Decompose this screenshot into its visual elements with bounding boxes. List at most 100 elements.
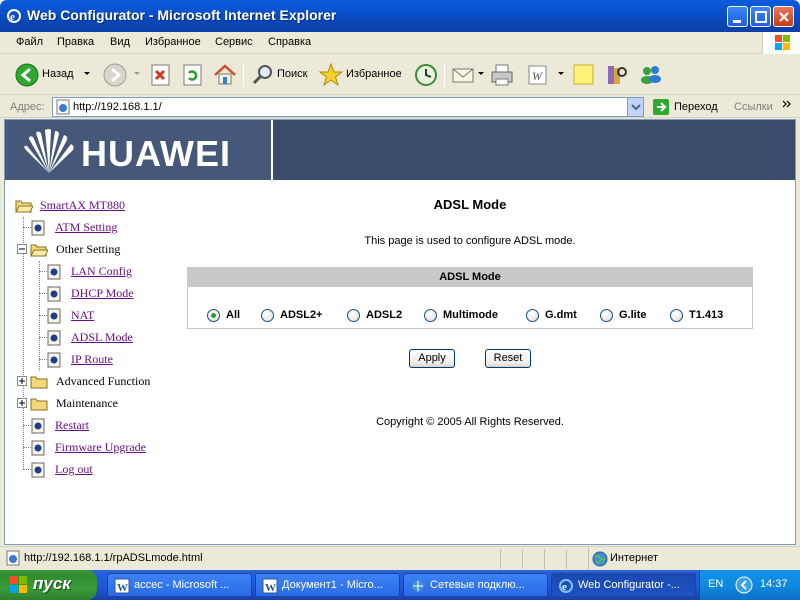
radio-label: ADSL2+ [280,309,323,321]
back-dropdown-icon[interactable] [84,72,90,75]
menu-favorites[interactable]: Избранное [145,36,201,48]
clock: 14:37 [760,578,788,590]
apply-button[interactable]: Apply [409,349,455,368]
tree-link-restart[interactable]: Restart [55,418,89,433]
taskbar-item-network[interactable]: Сетевые подклю... [403,573,548,597]
tree-link-dhcp[interactable]: DHCP Mode [71,286,134,301]
radio-button[interactable] [424,309,437,322]
tree-link-logout[interactable]: Log out [55,462,93,477]
chevron-left-icon[interactable] [735,576,753,594]
tree-link-root[interactable]: SmartAX MT880 [40,198,125,213]
back-label: Назад [42,68,74,80]
refresh-button[interactable] [180,61,206,89]
refresh-icon [183,64,202,86]
back-arrow-icon [15,63,39,87]
mail-button[interactable] [450,61,476,89]
status-divider [500,549,501,569]
stop-button[interactable] [148,61,174,89]
title-bar[interactable]: e Web Configurator - Microsoft Internet … [0,0,800,32]
taskbar: пуск W accec - Microsoft ... W Документ1… [0,570,800,600]
links-label[interactable]: Ссылки [734,101,773,113]
tree-link-iproute[interactable]: IP Route [71,352,113,367]
page-icon [31,418,45,434]
table-header: ADSL Mode [188,268,752,288]
menu-file[interactable]: Файл [16,36,43,48]
adsl-mode-table: ADSL Mode All ADSL2+ ADSL2 Multimode G.d… [187,267,753,329]
forward-dropdown-icon[interactable] [134,72,140,75]
forward-arrow-icon [103,63,127,87]
toolbar-separator [243,63,244,87]
radio-label: G.dmt [545,309,577,321]
edit-dropdown-icon[interactable] [558,72,564,75]
tree-link-nat[interactable]: NAT [71,308,94,323]
tree-link-adsl[interactable]: ADSL Mode [71,330,133,345]
search-icon [252,65,272,85]
collapse-icon[interactable] [17,244,27,254]
radio-label: All [226,309,241,321]
home-button[interactable] [212,61,238,89]
taskbar-item-document[interactable]: W Документ1 - Micro... [255,573,400,597]
menu-tools[interactable]: Сервис [215,36,253,48]
radio-button-selected[interactable] [207,309,220,322]
maximize-icon [755,11,767,23]
taskbar-item-web-configurator[interactable]: e Web Configurator -... [551,573,696,597]
system-tray: EN 14:37 [699,570,800,600]
tree-link-firmware[interactable]: Firmware Upgrade [55,440,146,455]
tree-link-atm[interactable]: ATM Setting [55,220,117,235]
messenger-button[interactable] [637,61,665,89]
windows-logo-icon [762,32,800,54]
close-icon [779,12,789,22]
back-button[interactable]: Назад [12,61,92,89]
research-icon [608,66,627,84]
logo-area: HUAWEI [5,120,273,180]
menu-edit[interactable]: Правка [57,36,94,48]
status-divider [544,549,545,569]
status-divider [566,549,567,569]
minimize-button[interactable] [727,6,748,27]
forward-button[interactable] [100,61,130,89]
start-button[interactable]: пуск [0,570,97,600]
language-indicator[interactable]: EN [708,578,723,590]
expand-icon[interactable] [17,398,27,408]
word-doc-icon: W [114,578,130,594]
radio-button[interactable] [261,309,274,322]
radio-button[interactable] [526,309,539,322]
stop-icon [151,64,170,86]
radio-label: Multimode [443,309,498,321]
toolbar: Назад Поиск Избранное W [0,55,800,95]
address-dropdown-button[interactable] [627,98,643,116]
reset-button[interactable]: Reset [485,349,531,368]
go-arrow-icon [653,99,669,115]
favorites-button[interactable]: Избранное [318,61,404,89]
taskbar-item-access[interactable]: W accec - Microsoft ... [107,573,252,597]
minimize-icon [733,20,741,23]
mail-dropdown-icon[interactable] [478,72,484,75]
radio-button[interactable] [347,309,360,322]
tree-link-lan[interactable]: LAN Config [71,264,132,279]
svg-text:e: e [10,11,15,23]
history-button[interactable] [412,61,440,89]
address-input[interactable]: http://192.168.1.1/ [52,97,644,117]
discuss-button[interactable] [572,61,598,89]
home-icon [214,64,236,85]
maximize-button[interactable] [750,6,771,27]
edit-button[interactable]: W [524,61,552,89]
print-button[interactable] [488,61,516,89]
search-button[interactable]: Поиск [250,61,312,89]
page-icon [47,352,61,368]
expand-icon[interactable] [17,376,27,386]
network-connections-icon [412,580,424,592]
page-title: ADSL Mode [433,197,507,212]
radio-button[interactable] [600,309,613,322]
chevron-right-icon[interactable] [782,99,792,111]
go-button[interactable]: Переход [650,97,730,117]
page-icon [47,264,61,280]
close-button[interactable] [773,6,794,27]
radio-button[interactable] [670,309,683,322]
ie-icon: e [559,579,573,593]
menu-help[interactable]: Справка [268,36,311,48]
start-label: пуск [33,574,71,593]
menu-view[interactable]: Вид [110,36,130,48]
radio-label: T1.413 [689,309,724,321]
research-button[interactable] [603,61,631,89]
